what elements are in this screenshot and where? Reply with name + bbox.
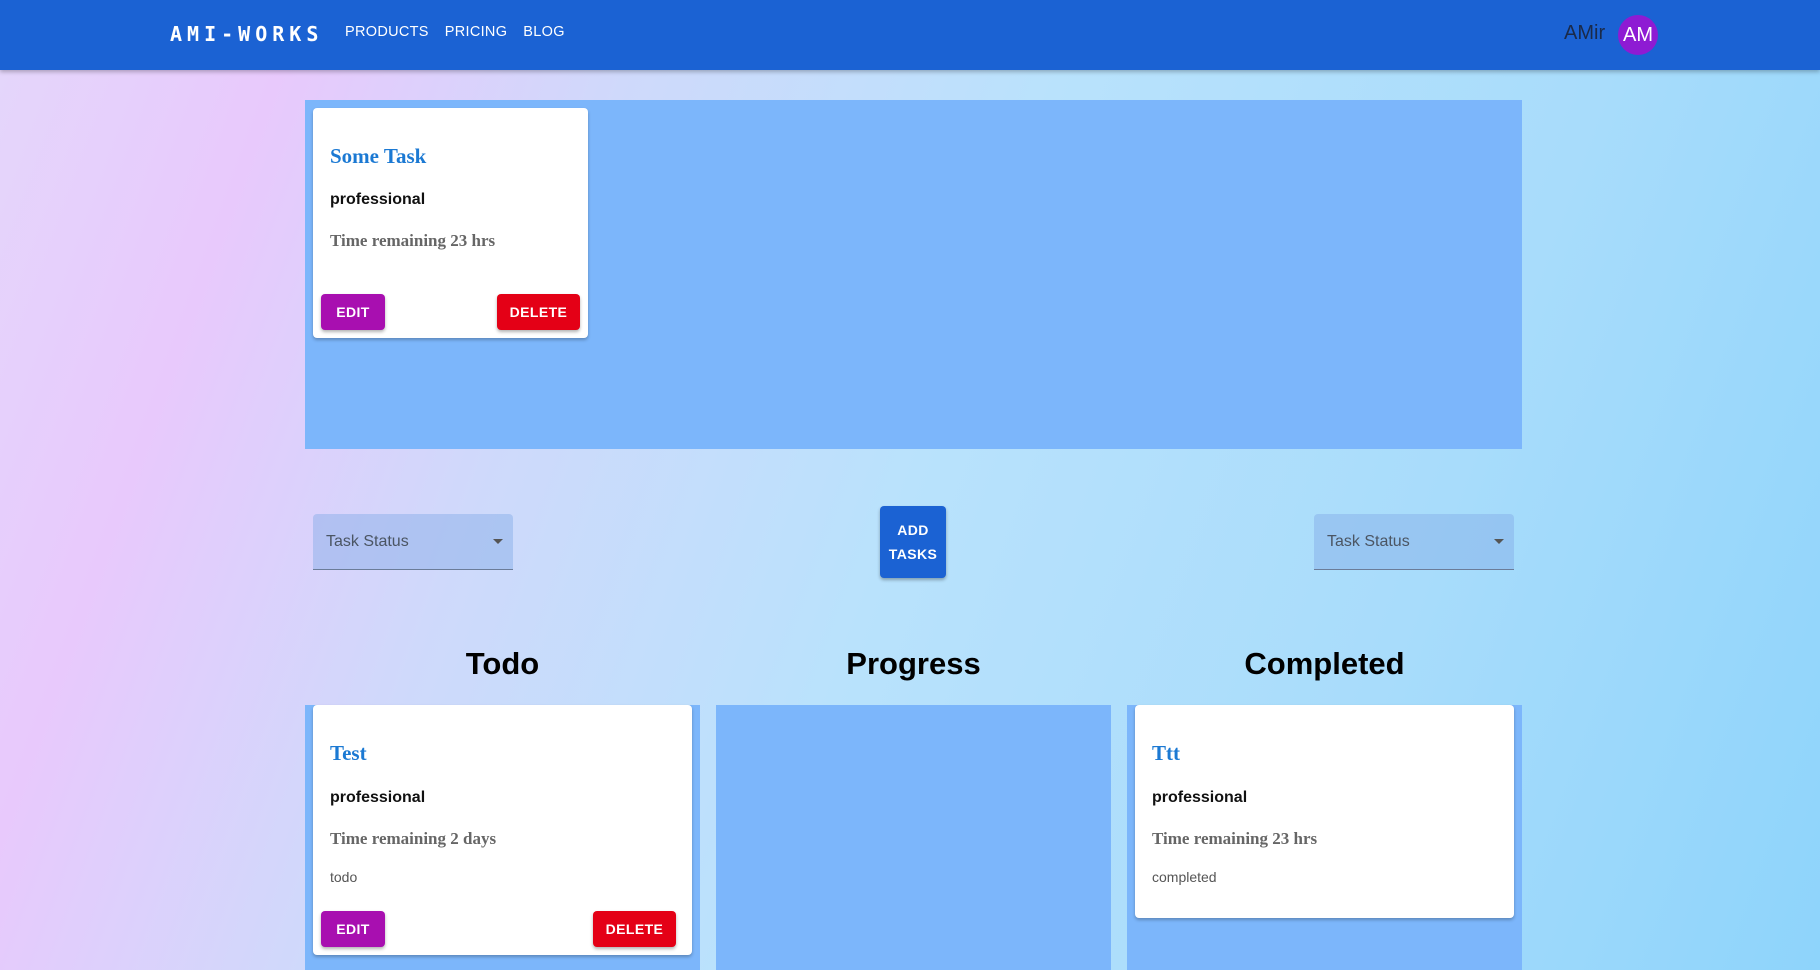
- delete-button[interactable]: DELETE: [593, 911, 676, 947]
- task-title[interactable]: Ttt: [1152, 741, 1180, 766]
- task-status: todo: [330, 869, 358, 885]
- task-status: completed: [1152, 869, 1217, 885]
- column-heading-todo: Todo: [465, 646, 540, 681]
- task-time-remaining: Time remaining 23 hrs: [330, 231, 496, 250]
- column-heading-completed: Completed: [1244, 646, 1405, 681]
- nav-menu: PRODUCTS PRICING BLOG: [345, 24, 581, 40]
- task-time-remaining: Time remaining 2 days: [330, 829, 497, 848]
- chevron-down-icon: [1494, 539, 1504, 544]
- edit-button[interactable]: EDIT: [321, 911, 385, 947]
- select-label: Task Status: [1327, 533, 1410, 550]
- nav-item-pricing[interactable]: PRICING: [445, 24, 508, 40]
- task-title[interactable]: Test: [330, 741, 367, 766]
- task-category: professional: [330, 191, 426, 208]
- column-heading-progress: Progress: [846, 646, 981, 681]
- chevron-down-icon: [493, 539, 503, 544]
- completed-column: Ttt professional Time remaining 23 hrs c…: [1127, 705, 1522, 970]
- task-time-remaining: Time remaining 23 hrs: [1152, 829, 1318, 848]
- add-button-line2: TASKS: [888, 546, 938, 562]
- avatar[interactable]: AM: [1618, 15, 1658, 55]
- edit-button[interactable]: EDIT: [321, 294, 385, 330]
- task-card: Ttt professional Time remaining 23 hrs c…: [1135, 705, 1514, 918]
- task-category: professional: [1152, 789, 1248, 806]
- task-card: Some Task professional Time remaining 23…: [313, 108, 588, 338]
- user-name: AMir: [1564, 22, 1606, 44]
- task-status-select-right[interactable]: Task Status: [1314, 514, 1514, 570]
- app-bar: AMI-WORKS PRODUCTS PRICING BLOG AMir AM: [0, 0, 1820, 70]
- todo-column: Test professional Time remaining 2 days …: [305, 705, 700, 970]
- nav-item-blog[interactable]: BLOG: [523, 24, 565, 40]
- add-tasks-button[interactable]: ADD TASKS: [880, 506, 946, 578]
- task-status-select-left[interactable]: Task Status: [313, 514, 513, 570]
- task-title[interactable]: Some Task: [330, 144, 426, 169]
- task-card: Test professional Time remaining 2 days …: [313, 705, 692, 955]
- nav-item-products[interactable]: PRODUCTS: [345, 24, 429, 40]
- select-label: Task Status: [326, 533, 409, 550]
- add-button-line1: ADD: [897, 522, 929, 538]
- task-category: professional: [330, 789, 426, 806]
- featured-tasks-panel: Some Task professional Time remaining 23…: [305, 100, 1522, 449]
- logo[interactable]: AMI-WORKS: [170, 22, 323, 46]
- delete-button[interactable]: DELETE: [497, 294, 580, 330]
- progress-column: [716, 705, 1111, 970]
